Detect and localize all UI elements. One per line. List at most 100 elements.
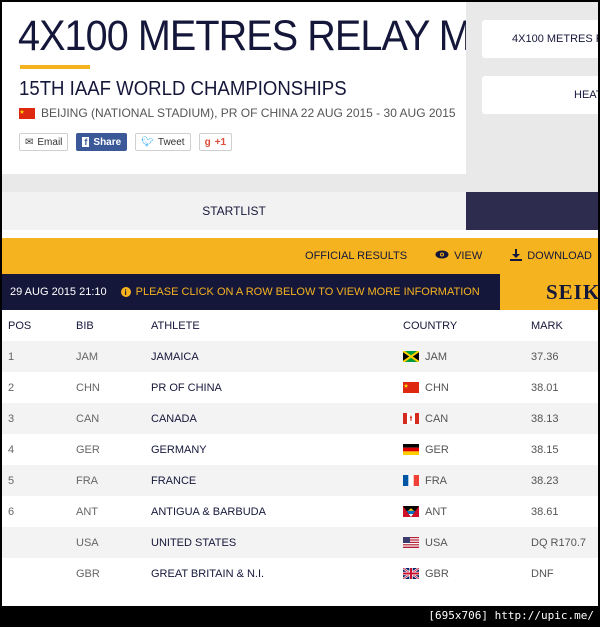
row-pos: 1: [8, 350, 15, 363]
row-mark: 38.13: [531, 412, 559, 425]
event-header: 4X100 METRES RELAY MEN 15TH IAAF WORLD C…: [2, 2, 525, 174]
download-label: DOWNLOAD: [527, 250, 592, 262]
venue-line: BEIJING (NATIONAL STADIUM), PR OF CHINA …: [19, 106, 456, 120]
header-country: COUNTRY: [403, 319, 458, 332]
page-title: 4X100 METRES RELAY MEN: [18, 12, 525, 60]
uk-flag-icon: [403, 568, 419, 579]
row-bib: CHN: [76, 381, 100, 394]
antigua-flag-icon: [403, 506, 419, 517]
view-label: VIEW: [454, 250, 483, 262]
row-athlete: CANADA: [151, 412, 197, 425]
row-country-code: CAN: [425, 412, 449, 425]
download-icon: [510, 248, 523, 264]
table-row[interactable]: 3 CAN CANADA CAN 38.13: [2, 403, 598, 434]
row-pos: 3: [8, 412, 15, 425]
row-bib: ANT: [76, 505, 98, 518]
row-pos: 4: [8, 443, 15, 456]
sponsor-logo: SEIK: [500, 274, 598, 310]
results-table: POS BIB ATHLETE COUNTRY MARK 1 JAM JAMAI…: [2, 310, 598, 589]
row-mark: 38.23: [531, 474, 559, 487]
tab-results-active[interactable]: [466, 192, 598, 230]
gplus-share-button[interactable]: g +1: [198, 133, 233, 151]
row-country-code: ANT: [425, 505, 447, 518]
email-label: Email: [37, 136, 63, 148]
row-mark: 38.61: [531, 505, 559, 518]
result-datetime: 29 AUG 2015 21:10: [10, 286, 107, 298]
eye-icon: [435, 250, 449, 262]
event-round-selector[interactable]: 4X100 METRES RELA: [482, 20, 598, 58]
title-underline: [20, 65, 90, 69]
table-row[interactable]: USA UNITED STATES USA DQ R170.7: [2, 527, 598, 558]
share-buttons: ✉ Email f Share 🐦︎ Tweet g +1: [19, 133, 233, 151]
table-header: POS BIB ATHLETE COUNTRY MARK: [2, 310, 598, 341]
row-mark: DQ R170.7: [531, 536, 587, 549]
email-share-button[interactable]: ✉ Email: [19, 133, 69, 151]
row-bib: GER: [76, 443, 100, 456]
row-pos: 2: [8, 381, 15, 394]
row-bib: USA: [76, 536, 99, 549]
row-bib: FRA: [76, 474, 98, 487]
info-message: i PLEASE CLICK ON A ROW BELOW TO VIEW MO…: [120, 286, 480, 298]
table-row[interactable]: 2 CHN PR OF CHINA CHN 38.01: [2, 372, 598, 403]
row-athlete: GREAT BRITAIN & N.I.: [151, 567, 265, 580]
row-bib: GBR: [76, 567, 100, 580]
row-country: CHN: [403, 382, 531, 394]
official-results-bar: OFFICIAL RESULTS VIEW DOWNLOAD: [2, 238, 598, 274]
header-bib: BIB: [76, 319, 94, 332]
twitter-label: Tweet: [157, 136, 185, 148]
row-country-code: GER: [425, 443, 449, 456]
row-country: GBR: [403, 568, 531, 580]
table-row[interactable]: 1 JAM JAMAICA JAM 37.36: [2, 341, 598, 372]
row-athlete: PR OF CHINA: [151, 381, 222, 394]
china-flag-icon: [403, 382, 419, 393]
tab-startlist[interactable]: STARTLIST: [2, 192, 466, 230]
header-spacer: [2, 174, 466, 192]
row-athlete: ANTIGUA & BARBUDA: [151, 505, 266, 518]
row-pos: 6: [8, 505, 15, 518]
results-page: 4X100 METRES RELAY MEN 15TH IAAF WORLD C…: [2, 2, 598, 606]
row-athlete: JAMAICA: [151, 350, 199, 363]
row-bib: JAM: [76, 350, 98, 363]
row-country: ANT: [403, 506, 531, 518]
heat-selector[interactable]: HEAT: [482, 76, 598, 114]
venue-text: BEIJING (NATIONAL STADIUM), PR OF CHINA …: [41, 106, 456, 120]
gplus-label: +1: [214, 136, 227, 148]
china-flag-icon: [19, 107, 35, 119]
table-row[interactable]: GBR GREAT BRITAIN & N.I. GBR DNF: [2, 558, 598, 589]
twitter-share-button[interactable]: 🐦︎ Tweet: [135, 133, 191, 151]
row-country: JAM: [403, 351, 531, 363]
row-country: USA: [403, 537, 531, 549]
row-athlete: FRANCE: [151, 474, 197, 487]
header-athlete: ATHLETE: [151, 319, 200, 332]
row-mark: DNF: [531, 567, 554, 580]
table-row[interactable]: 6 ANT ANTIGUA & BARBUDA ANT 38.61: [2, 496, 598, 527]
row-country: GER: [403, 444, 531, 456]
usa-flag-icon: [403, 537, 419, 548]
envelope-icon: ✉: [25, 136, 34, 148]
championship-title: 15TH IAAF WORLD CHAMPIONSHIPS: [19, 78, 347, 100]
header-mark: MARK: [531, 319, 563, 332]
twitter-icon: 🐦︎: [141, 136, 154, 148]
row-country: CAN: [403, 413, 531, 425]
row-country-code: GBR: [425, 567, 449, 580]
france-flag-icon: [403, 475, 419, 486]
table-row[interactable]: 4 GER GERMANY GER 38.15: [2, 434, 598, 465]
row-country-code: USA: [425, 536, 448, 549]
official-results-label: OFFICIAL RESULTS: [305, 250, 408, 262]
header-pos: POS: [8, 319, 32, 332]
row-country-code: JAM: [425, 350, 447, 363]
result-tabs: STARTLIST: [2, 192, 598, 230]
download-link[interactable]: DOWNLOAD: [510, 248, 592, 264]
row-mark: 38.01: [531, 381, 559, 394]
row-mark: 37.36: [531, 350, 559, 363]
row-country-code: FRA: [425, 474, 447, 487]
info-message-text: PLEASE CLICK ON A ROW BELOW TO VIEW MORE…: [135, 286, 480, 298]
facebook-label: Share: [93, 136, 122, 148]
row-bib: CAN: [76, 412, 100, 425]
view-link[interactable]: VIEW: [435, 250, 482, 262]
table-row[interactable]: 5 FRA FRANCE FRA 38.23: [2, 465, 598, 496]
facebook-share-button[interactable]: f Share: [76, 133, 128, 151]
info-icon: i: [120, 287, 131, 297]
gplus-icon: g: [204, 136, 211, 148]
row-pos: 5: [8, 474, 15, 487]
